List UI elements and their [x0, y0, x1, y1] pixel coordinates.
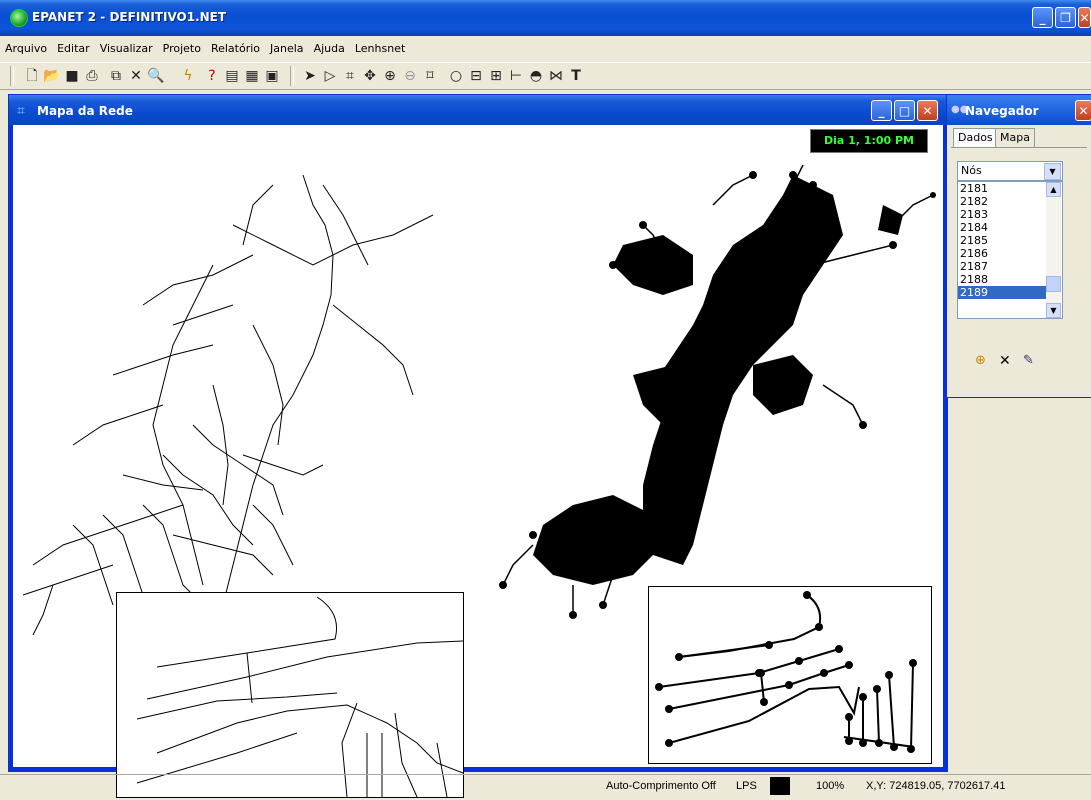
- map-minimize-button[interactable]: _: [871, 100, 892, 121]
- menu-lenhsnet[interactable]: Lenhsnet: [350, 40, 410, 60]
- menu-visualizar[interactable]: Visualizar: [95, 40, 158, 60]
- options-icon[interactable]: ▣: [262, 66, 282, 86]
- select-arrow-icon[interactable]: ➤: [300, 66, 320, 86]
- list-item[interactable]: 2181: [958, 182, 1046, 195]
- add-object-icon[interactable]: ⊕: [975, 353, 986, 368]
- chevron-down-icon[interactable]: ▼: [1044, 163, 1061, 180]
- full-extent-icon[interactable]: ⌑: [420, 66, 440, 86]
- map-window-title-bar: ⌗ Mapa da Rede _ □ ✕: [9, 95, 947, 125]
- inset-right-drawing: [655, 591, 917, 753]
- inset-left-drawing: [136, 596, 464, 798]
- zoom-in-icon[interactable]: ⊕: [380, 66, 400, 86]
- list-item[interactable]: 2183: [958, 208, 1046, 221]
- zoom-inset-left: [116, 592, 464, 798]
- add-pipe-icon[interactable]: ⊢: [506, 66, 526, 86]
- print-icon[interactable]: ⎙: [82, 66, 102, 86]
- add-junction-icon[interactable]: ○: [446, 66, 466, 86]
- right-network-nodes: [533, 175, 903, 585]
- scroll-down-icon[interactable]: ▼: [1046, 303, 1061, 318]
- toolbar-separator: [290, 66, 294, 86]
- select-region-icon[interactable]: ⌗: [340, 66, 360, 86]
- map-grid-icon: ⌗: [17, 103, 25, 119]
- object-type-value: Nós: [961, 164, 982, 177]
- add-label-icon[interactable]: T: [566, 66, 586, 86]
- menu-editar[interactable]: Editar: [52, 40, 95, 60]
- navigator-title: Navegador: [965, 104, 1039, 118]
- run-icon[interactable]: ϟ: [178, 66, 198, 86]
- map-maximize-button[interactable]: □: [894, 100, 915, 121]
- object-list[interactable]: 2181 2182 2183 2184 2185 2186 2187 2188 …: [957, 181, 1063, 319]
- edit-object-icon[interactable]: ✎: [1023, 353, 1034, 368]
- navigator-close-button[interactable]: ✕: [1075, 100, 1091, 121]
- open-folder-icon[interactable]: 📂: [42, 66, 62, 86]
- auto-length-status[interactable]: Auto-Comprimento Off: [606, 780, 716, 792]
- menu-ajuda[interactable]: Ajuda: [309, 40, 350, 60]
- graph-icon[interactable]: ▤: [222, 66, 242, 86]
- copy-icon[interactable]: ⧉: [106, 66, 126, 86]
- menu-janela[interactable]: Janela: [265, 40, 309, 60]
- zoom-level-status: 100%: [816, 780, 845, 792]
- close-button[interactable]: ✕: [1078, 7, 1091, 28]
- list-item[interactable]: 2188: [958, 273, 1046, 286]
- delete-icon[interactable]: ✕: [126, 66, 146, 86]
- epanet-app-icon: [10, 9, 28, 27]
- menu-relatorio[interactable]: Relatório: [206, 40, 265, 60]
- navigator-panel: ●● Navegador ✕ Dados Mapa Nós ▼ 2181 218…: [946, 94, 1091, 398]
- list-scrollbar[interactable]: ▲ ▼: [1046, 182, 1061, 318]
- map-window-title: Mapa da Rede: [37, 104, 133, 118]
- status-bar: Auto-Comprimento Off LPS 100% X,Y: 72481…: [0, 774, 1091, 797]
- list-item[interactable]: 2187: [958, 260, 1046, 273]
- add-valve-icon[interactable]: ⋈: [546, 66, 566, 86]
- menu-projeto[interactable]: Projeto: [158, 40, 206, 60]
- select-vertex-icon[interactable]: ▷: [320, 66, 340, 86]
- query-icon[interactable]: ?: [202, 66, 222, 86]
- left-network-links: [22, 174, 434, 636]
- run-status-icon: [770, 777, 790, 795]
- app-title: EPANET 2 - DEFINITIVO1.NET: [32, 10, 227, 24]
- map-close-button[interactable]: ✕: [917, 100, 938, 121]
- scroll-thumb[interactable]: [1046, 276, 1061, 292]
- zoom-inset-right: [648, 586, 932, 764]
- add-pump-icon[interactable]: ◓: [526, 66, 546, 86]
- list-item-selected[interactable]: 2189: [958, 286, 1046, 299]
- list-item[interactable]: 2186: [958, 247, 1046, 260]
- app-title-bar: EPANET 2 - DEFINITIVO1.NET _ ❐ ✕: [0, 0, 1091, 36]
- find-icon[interactable]: 🔍: [146, 66, 166, 86]
- restore-button[interactable]: ❐: [1055, 7, 1076, 28]
- add-tank-icon[interactable]: ⊞: [486, 66, 506, 86]
- toolbar-separator: [10, 66, 14, 86]
- pan-icon[interactable]: ✥: [360, 66, 380, 86]
- list-item[interactable]: 2182: [958, 195, 1046, 208]
- zoom-out-icon[interactable]: ⊖: [400, 66, 420, 86]
- delete-object-icon[interactable]: ✕: [999, 353, 1011, 369]
- list-item[interactable]: 2184: [958, 221, 1046, 234]
- flow-units-status: LPS: [736, 780, 757, 792]
- tab-mapa[interactable]: Mapa: [995, 128, 1035, 147]
- toolbar: 🗋 📂 ■ ⎙ ⧉ ✕ 🔍 ϟ ? ▤ ▦ ▣ ➤ ▷ ⌗ ✥ ⊕ ⊖ ⌑ ○ …: [0, 62, 1091, 90]
- object-type-select[interactable]: Nós ▼: [957, 161, 1063, 181]
- table-icon[interactable]: ▦: [242, 66, 262, 86]
- navigator-title-bar: ●● Navegador ✕: [947, 95, 1091, 125]
- tab-dados[interactable]: Dados: [953, 128, 998, 147]
- menu-arquivo[interactable]: Arquivo: [0, 40, 52, 60]
- add-reservoir-icon[interactable]: ⊟: [466, 66, 486, 86]
- scroll-up-icon[interactable]: ▲: [1046, 182, 1061, 197]
- save-icon[interactable]: ■: [62, 66, 82, 86]
- minimize-button[interactable]: _: [1032, 7, 1053, 28]
- menu-bar: Arquivo Editar Visualizar Projeto Relató…: [0, 40, 1091, 60]
- new-file-icon[interactable]: 🗋: [22, 66, 42, 86]
- list-item[interactable]: 2185: [958, 234, 1046, 247]
- coordinates-status: X,Y: 724819.05, 7702617.41: [866, 780, 1006, 792]
- tab-divider: [951, 147, 1087, 148]
